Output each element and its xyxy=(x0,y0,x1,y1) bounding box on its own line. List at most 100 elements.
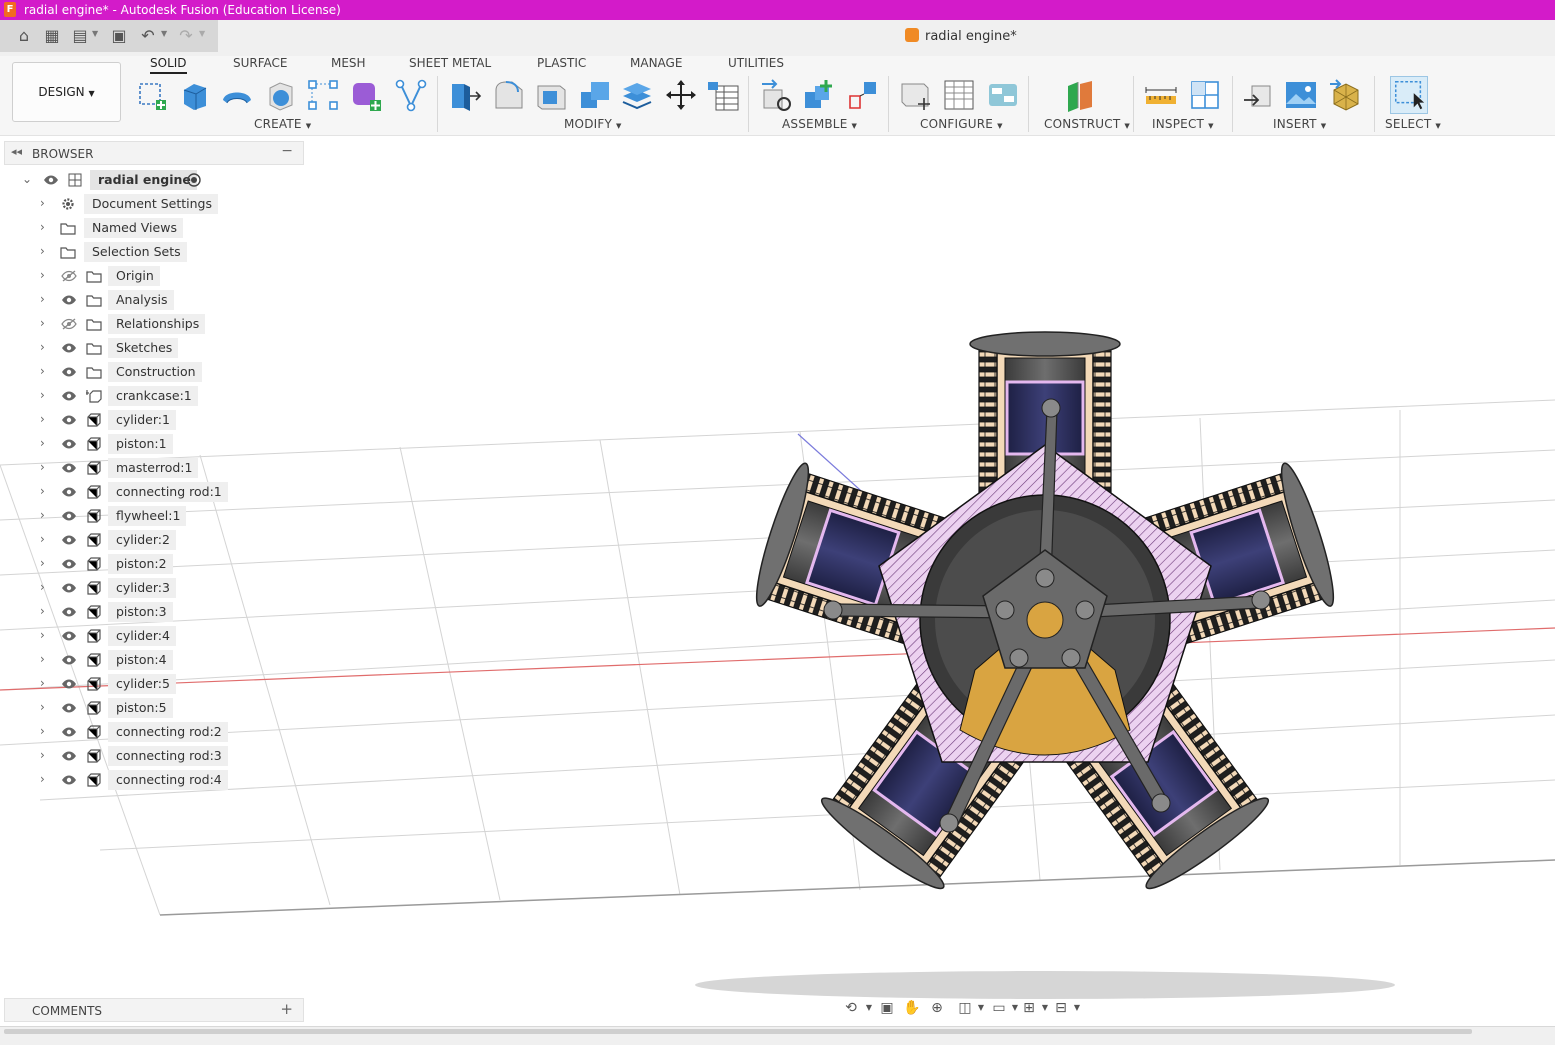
tab-utilities[interactable]: UTILITIES xyxy=(728,56,784,70)
visibility-eye-icon[interactable] xyxy=(61,414,77,426)
pan-hand-icon[interactable]: ✋ xyxy=(903,999,921,1017)
chevron-down-icon[interactable]: ⌄ xyxy=(22,172,32,186)
insert-canvas-icon[interactable] xyxy=(1284,78,1318,112)
chevron-right-icon[interactable]: › xyxy=(40,772,50,786)
tree-item[interactable]: › connecting rod:2 xyxy=(0,720,304,744)
tree-item[interactable]: › cylider:1 xyxy=(0,408,304,432)
select-menu[interactable]: SELECT ▼ xyxy=(1385,117,1441,131)
chevron-right-icon[interactable]: › xyxy=(40,700,50,714)
tree-root[interactable]: ⌄ radial engine xyxy=(0,168,304,192)
visibility-eye-icon[interactable] xyxy=(43,174,59,186)
hidden-eye-icon[interactable] xyxy=(61,270,77,282)
fillet-icon[interactable] xyxy=(492,78,526,112)
collapse-panel-icon[interactable]: ◂◂ xyxy=(11,145,22,158)
derive-icon[interactable] xyxy=(394,78,428,112)
chevron-right-icon[interactable]: › xyxy=(40,244,50,258)
tab-mesh[interactable]: MESH xyxy=(331,56,366,70)
hole-icon[interactable] xyxy=(264,78,298,112)
chevron-right-icon[interactable]: › xyxy=(40,268,50,282)
visibility-eye-icon[interactable] xyxy=(61,582,77,594)
chevron-right-icon[interactable]: › xyxy=(40,532,50,546)
chevron-right-icon[interactable]: › xyxy=(40,436,50,450)
undo-caret-icon[interactable]: ▼ xyxy=(161,29,167,38)
offset-faces-icon[interactable] xyxy=(620,78,654,112)
offset-plane-icon[interactable] xyxy=(1064,78,1098,112)
tree-item[interactable]: › piston:3 xyxy=(0,600,304,624)
chevron-right-icon[interactable]: › xyxy=(40,412,50,426)
save-icon[interactable]: ▣ xyxy=(109,26,129,46)
tree-item[interactable]: › cylider:5 xyxy=(0,672,304,696)
move-copy-icon[interactable] xyxy=(664,78,698,112)
chevron-right-icon[interactable]: › xyxy=(40,508,50,522)
tree-item[interactable]: › Origin xyxy=(0,264,304,288)
select-icon[interactable] xyxy=(1390,76,1428,114)
create-form-icon[interactable] xyxy=(350,78,384,112)
chevron-right-icon[interactable]: › xyxy=(40,196,50,210)
tree-item[interactable]: › Named Views xyxy=(0,216,304,240)
shell-icon[interactable] xyxy=(534,78,568,112)
chevron-right-icon[interactable]: › xyxy=(40,316,50,330)
add-comment-icon[interactable]: + xyxy=(280,1000,293,1018)
modify-menu[interactable]: MODIFY ▼ xyxy=(564,117,622,131)
visibility-eye-icon[interactable] xyxy=(61,342,77,354)
visibility-eye-icon[interactable] xyxy=(61,510,77,522)
new-component-icon[interactable] xyxy=(760,78,794,112)
tab-solid[interactable]: SOLID xyxy=(150,56,187,74)
visibility-eye-icon[interactable] xyxy=(61,726,77,738)
chevron-right-icon[interactable]: › xyxy=(40,460,50,474)
chevron-right-icon[interactable]: › xyxy=(40,340,50,354)
visibility-eye-icon[interactable] xyxy=(61,654,77,666)
file-icon[interactable]: ▤ xyxy=(70,26,90,46)
insert-derive-icon[interactable] xyxy=(1242,78,1276,112)
tree-item[interactable]: › crankcase:1 xyxy=(0,384,304,408)
visibility-eye-icon[interactable] xyxy=(61,750,77,762)
visibility-eye-icon[interactable] xyxy=(61,390,77,402)
tree-item[interactable]: › piston:4 xyxy=(0,648,304,672)
insert-menu[interactable]: INSERT ▼ xyxy=(1273,117,1326,131)
visibility-eye-icon[interactable] xyxy=(61,462,77,474)
joint-icon[interactable] xyxy=(802,78,836,112)
tab-manage[interactable]: MANAGE xyxy=(630,56,682,70)
tree-item[interactable]: › cylider:4 xyxy=(0,624,304,648)
visibility-eye-icon[interactable] xyxy=(61,366,77,378)
assemble-menu[interactable]: ASSEMBLE ▼ xyxy=(782,117,857,131)
chevron-right-icon[interactable]: › xyxy=(40,604,50,618)
visibility-eye-icon[interactable] xyxy=(61,558,77,570)
tree-item[interactable]: › Relationships xyxy=(0,312,304,336)
pattern-icon[interactable] xyxy=(306,78,340,112)
tree-item[interactable]: › Construction xyxy=(0,360,304,384)
redo-caret-icon[interactable]: ▼ xyxy=(199,29,205,38)
tree-item[interactable]: › connecting rod:3 xyxy=(0,744,304,768)
tree-item[interactable]: › cylider:2 xyxy=(0,528,304,552)
chevron-right-icon[interactable]: › xyxy=(40,484,50,498)
chevron-right-icon[interactable]: › xyxy=(40,676,50,690)
workspace-switcher[interactable]: DESIGN ▼ xyxy=(12,62,121,122)
tree-item[interactable]: › piston:5 xyxy=(0,696,304,720)
configuration-table-icon[interactable] xyxy=(942,78,976,112)
chevron-right-icon[interactable]: › xyxy=(40,628,50,642)
visibility-eye-icon[interactable] xyxy=(61,606,77,618)
insert-mesh-icon[interactable] xyxy=(1328,78,1362,112)
create-menu[interactable]: CREATE ▼ xyxy=(254,117,311,131)
chevron-right-icon[interactable]: › xyxy=(40,292,50,306)
revolve-icon[interactable] xyxy=(220,78,254,112)
radial-engine-model[interactable] xyxy=(746,330,1344,899)
hidden-eye-icon[interactable] xyxy=(61,318,77,330)
inspect-menu[interactable]: INSPECT ▼ xyxy=(1152,117,1214,131)
tree-item[interactable]: › Selection Sets xyxy=(0,240,304,264)
chevron-down-icon[interactable]: ▼ xyxy=(1068,999,1086,1017)
chevron-right-icon[interactable]: › xyxy=(40,388,50,402)
visibility-eye-icon[interactable] xyxy=(61,534,77,546)
file-caret-icon[interactable]: ▼ xyxy=(92,29,98,38)
visibility-eye-icon[interactable] xyxy=(61,774,77,786)
look-at-icon[interactable]: ▣ xyxy=(878,999,896,1017)
tree-item[interactable]: › connecting rod:4 xyxy=(0,768,304,792)
undo-icon[interactable]: ↶ xyxy=(138,26,158,46)
tree-item[interactable]: › piston:2 xyxy=(0,552,304,576)
configure-menu[interactable]: CONFIGURE ▼ xyxy=(920,117,1003,131)
redo-icon[interactable]: ↷ xyxy=(176,26,196,46)
chevron-down-icon[interactable]: ▼ xyxy=(972,999,990,1017)
chevron-down-icon[interactable]: ▼ xyxy=(860,999,878,1017)
chevron-right-icon[interactable]: › xyxy=(40,220,50,234)
measure-icon[interactable] xyxy=(1144,78,1178,112)
